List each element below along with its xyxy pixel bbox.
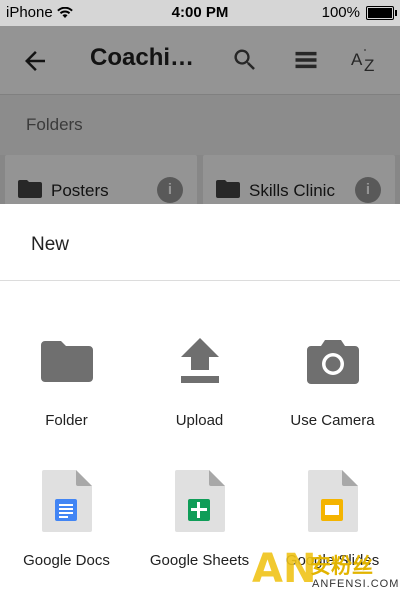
new-bottom-sheet: New Folder Upload Use Camera Google Docs…: [0, 204, 400, 600]
google-sheets-button[interactable]: Google Sheets: [133, 466, 266, 586]
watermark-site: ANFENSI.COM: [312, 578, 400, 590]
folder-icon: [40, 341, 93, 382]
item-label: Google Sheets: [149, 552, 250, 569]
watermark-an: AN: [252, 546, 317, 592]
google-docs-icon: [41, 470, 92, 532]
google-slides-icon: [307, 470, 358, 532]
item-label: Google Docs: [23, 552, 110, 569]
item-label: Folder: [45, 412, 88, 429]
battery-icon: [366, 5, 397, 20]
scrim-overlay[interactable]: [0, 26, 400, 204]
watermark-logo: AN 安粉丝 ANFENSI.COM: [252, 546, 400, 600]
camera-icon: [306, 340, 359, 384]
upload-button[interactable]: Upload: [133, 330, 266, 450]
sheet-title: New: [31, 234, 70, 255]
divider: [0, 280, 400, 281]
new-folder-button[interactable]: Folder: [0, 330, 133, 450]
upload-icon: [180, 338, 219, 383]
item-label: Upload: [175, 412, 224, 429]
watermark-chinese: 安粉丝: [310, 555, 373, 578]
use-camera-button[interactable]: Use Camera: [266, 330, 399, 450]
battery-percent: 100%: [321, 4, 360, 21]
google-docs-button[interactable]: Google Docs: [0, 466, 133, 586]
battery: 100%: [321, 4, 397, 21]
item-label: Use Camera: [290, 412, 375, 429]
status-bar: iPhone 4:00 PM 100%: [0, 0, 400, 26]
google-sheets-icon: [174, 470, 225, 532]
